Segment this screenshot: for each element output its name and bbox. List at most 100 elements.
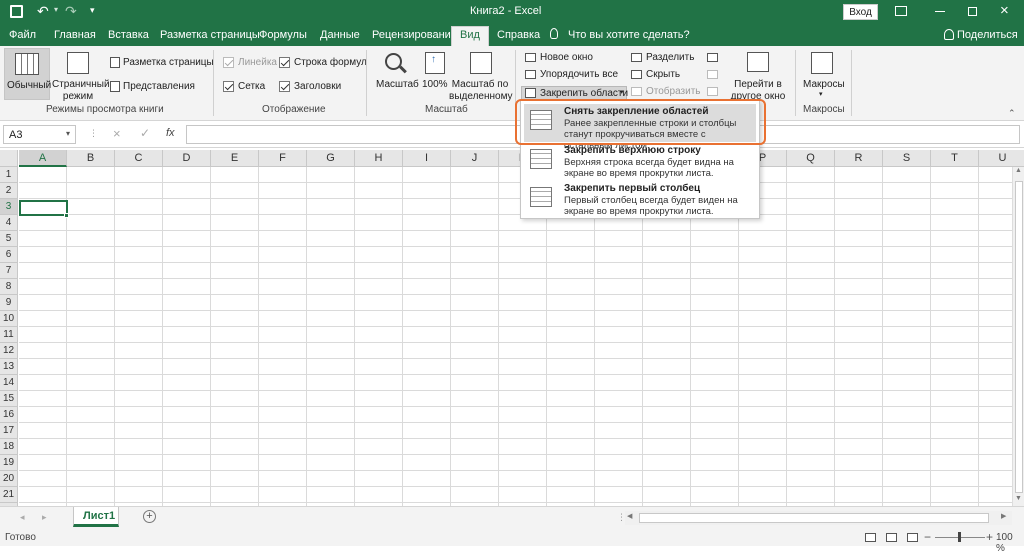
tab-help[interactable]: Справка — [497, 27, 540, 46]
split-button[interactable]: Разделить — [646, 52, 694, 64]
tab-review[interactable]: Рецензирование — [372, 27, 457, 46]
custom-views-button[interactable]: Представления — [123, 81, 195, 93]
chevron-down-icon: ▾ — [620, 89, 624, 96]
ruler-label: Линейка — [238, 57, 277, 68]
tab-data[interactable]: Данные — [320, 27, 360, 46]
sheet-tab-active[interactable]: Лист1 — [73, 507, 119, 527]
tab-insert[interactable]: Вставка — [108, 27, 149, 46]
normal-view-button[interactable]: Обычный — [4, 48, 51, 100]
menu-item-freeze-top-row[interactable]: Закрепить верхнюю строку Верхняя строка … — [524, 143, 756, 181]
zoom-group-label: Масштаб — [425, 104, 468, 115]
tab-file[interactable]: Файл — [9, 27, 36, 46]
formula-bar-label[interactable]: Строка формул — [294, 57, 367, 69]
reset-position-icon — [707, 87, 718, 96]
show-group-label: Отображение — [262, 104, 326, 115]
undo-dropdown-icon[interactable]: ▾ — [54, 5, 58, 14]
page-break-view-button[interactable]: Страничный режим — [52, 48, 110, 102]
separator — [213, 50, 214, 116]
tab-page-layout[interactable]: Разметка страницы — [160, 27, 260, 46]
magnifier-handle — [399, 65, 407, 74]
enter-icon[interactable]: ✓ — [140, 126, 150, 140]
freeze-top-row-icon — [530, 149, 552, 169]
formula-bar: A3 ▾ ⋮ × ✓ fx — [0, 122, 1024, 148]
worksheet-grid[interactable]: ABCDEFGHIJKLMNOPQRSTU 123456789101112131… — [0, 150, 1024, 506]
zoom-100-button[interactable]: ↑ 100% — [421, 48, 449, 100]
gridlines-label[interactable]: Сетка — [238, 81, 265, 93]
save-icon[interactable] — [10, 5, 23, 18]
ribbon: Обычный Страничный режим Разметка страни… — [0, 46, 1024, 121]
gridlines — [19, 167, 1012, 506]
insert-function-icon[interactable]: fx — [166, 127, 175, 139]
previous-sheet-icon[interactable]: ◂ — [20, 512, 25, 523]
active-cell[interactable] — [19, 200, 68, 216]
headings-checkbox[interactable] — [279, 81, 290, 92]
ruler-checkbox — [223, 57, 234, 68]
cancel-icon[interactable]: × — [113, 126, 121, 141]
arrange-all-button[interactable]: Упорядочить все — [540, 69, 618, 81]
views-group-label: Режимы просмотра книги — [46, 104, 164, 115]
zoom-in-icon[interactable]: + — [986, 530, 993, 544]
share-button[interactable]: Поделиться — [957, 27, 1018, 46]
freeze-first-column-icon — [530, 187, 552, 207]
freeze-panes-icon — [525, 88, 536, 98]
view-side-by-side-icon[interactable] — [707, 53, 718, 62]
separator — [851, 50, 852, 116]
close-icon[interactable]: × — [1000, 2, 1009, 19]
vertical-scrollbar[interactable]: ▲ ▼ — [1012, 167, 1024, 506]
sign-in-button[interactable]: Вход — [843, 4, 878, 20]
horizontal-scrollbar[interactable]: ◀ ▶ — [625, 511, 1012, 525]
tab-view[interactable]: Вид — [451, 26, 489, 46]
hide-button[interactable]: Скрыть — [646, 69, 680, 81]
switch-windows-icon — [747, 52, 769, 72]
next-sheet-icon[interactable]: ▸ — [42, 512, 47, 523]
zoom-out-icon[interactable]: − — [924, 530, 931, 544]
minimize-icon[interactable] — [935, 11, 945, 12]
zoom-level[interactable]: 100 % — [996, 532, 1024, 554]
menu-item-freeze-first-column[interactable]: Закрепить первый столбец Первый столбец … — [524, 181, 756, 219]
page-layout-status-icon[interactable] — [886, 533, 897, 542]
normal-view-status-icon[interactable] — [865, 533, 876, 542]
zoom-selection-button[interactable]: Масштаб по выделенному — [449, 48, 513, 102]
unhide-button: Отобразить — [646, 86, 701, 97]
switch-windows-button[interactable]: Перейти в другое окно — [726, 48, 790, 102]
unhide-icon — [631, 87, 642, 96]
quick-access-customize-icon[interactable]: ▾ — [90, 5, 95, 16]
scroll-down-icon[interactable]: ▼ — [1015, 495, 1022, 502]
scroll-left-icon[interactable]: ◀ — [627, 512, 632, 520]
ribbon-display-icon[interactable] — [895, 6, 907, 16]
new-window-button[interactable]: Новое окно — [540, 52, 593, 64]
freeze-panes-button[interactable]: Закрепить области ▾ — [521, 86, 628, 100]
highlight-box — [515, 99, 766, 145]
fill-handle[interactable] — [64, 213, 69, 218]
redo-icon[interactable]: ↷ — [65, 3, 77, 20]
grip-icon: ⋮ — [89, 128, 98, 138]
scroll-up-icon[interactable]: ▲ — [1015, 167, 1022, 174]
split-icon — [631, 53, 642, 62]
collapse-ribbon-icon[interactable]: ⌃ — [1008, 108, 1016, 119]
tab-formulas[interactable]: Формулы — [259, 27, 307, 46]
zoom-slider-thumb[interactable] — [958, 532, 961, 542]
restore-icon[interactable] — [968, 7, 977, 16]
headings-label[interactable]: Заголовки — [294, 81, 341, 93]
scroll-right-icon[interactable]: ▶ — [1001, 512, 1006, 520]
macros-icon — [811, 52, 833, 74]
status-ready: Готово — [5, 532, 36, 543]
page-layout-button[interactable]: Разметка страницы — [123, 57, 214, 69]
undo-icon[interactable]: ↶ — [37, 3, 49, 20]
add-sheet-icon[interactable]: + — [143, 510, 156, 523]
formula-bar-checkbox[interactable] — [279, 57, 290, 68]
page-layout-icon — [110, 57, 120, 68]
zoom-selection-icon — [470, 52, 492, 74]
status-bar: Готово − + 100 % — [0, 530, 1024, 554]
gridlines-checkbox[interactable] — [223, 81, 234, 92]
zoom-button[interactable]: Масштаб — [373, 48, 419, 100]
chevron-down-icon: ▾ — [66, 129, 71, 138]
tell-me-search[interactable]: Что вы хотите сделать? — [568, 27, 690, 46]
page-break-status-icon[interactable] — [907, 533, 918, 542]
macros-button[interactable]: Макросы ▾ — [800, 48, 845, 102]
name-box[interactable]: A3 ▾ — [3, 125, 76, 144]
scroll-thumb[interactable] — [1015, 181, 1023, 493]
tab-home[interactable]: Главная — [54, 27, 96, 46]
chevron-down-icon: ▾ — [819, 91, 823, 98]
h-scroll-thumb[interactable] — [639, 513, 989, 523]
